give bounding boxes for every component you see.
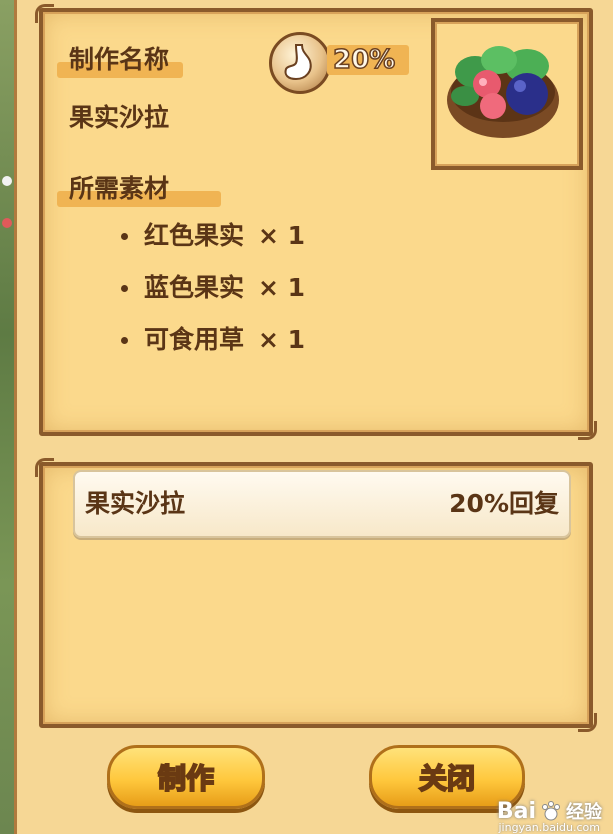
fruit-salad-bowl-icon xyxy=(447,46,559,138)
recipe-list-row[interactable]: 果实沙拉 20%回复 xyxy=(73,470,571,538)
watermark-brand: Bai xyxy=(496,798,536,824)
watermark-url: jingyan.baidu.com xyxy=(498,821,600,834)
material-name: 红色果实 xyxy=(144,221,245,250)
materials-heading: 所需素材 xyxy=(69,174,170,203)
flower-decoration xyxy=(2,176,12,186)
stomach-icon xyxy=(269,32,331,94)
bullet-icon xyxy=(121,284,128,292)
material-item: 可食用草 × 1 xyxy=(121,324,305,356)
item-image-frame xyxy=(431,18,583,170)
bullet-icon xyxy=(121,232,128,240)
material-item: 蓝色果实 × 1 xyxy=(121,272,305,304)
material-qty: × 1 xyxy=(258,221,306,250)
material-item: 红色果实 × 1 xyxy=(121,220,305,252)
material-qty: × 1 xyxy=(258,273,306,302)
flower-decoration xyxy=(2,218,12,228)
craft-button[interactable]: 制作 xyxy=(107,745,265,809)
paw-icon xyxy=(542,801,560,821)
material-qty: × 1 xyxy=(258,325,306,354)
material-name: 蓝色果实 xyxy=(144,273,245,302)
material-name: 可食用草 xyxy=(144,325,245,354)
recipe-window: 制作名称 20% 果实沙拉 所需素材 红色果实 × 1 蓝色果实 × 1 可食用… xyxy=(14,0,613,834)
list-row-effect: 20%回复 xyxy=(449,489,559,518)
list-row-name: 果实沙拉 xyxy=(85,489,186,518)
recovery-percent: 20% xyxy=(327,44,410,76)
recipe-name: 果实沙拉 xyxy=(69,103,170,132)
recipe-name-heading: 制作名称 xyxy=(69,45,170,74)
bullet-icon xyxy=(121,336,128,344)
